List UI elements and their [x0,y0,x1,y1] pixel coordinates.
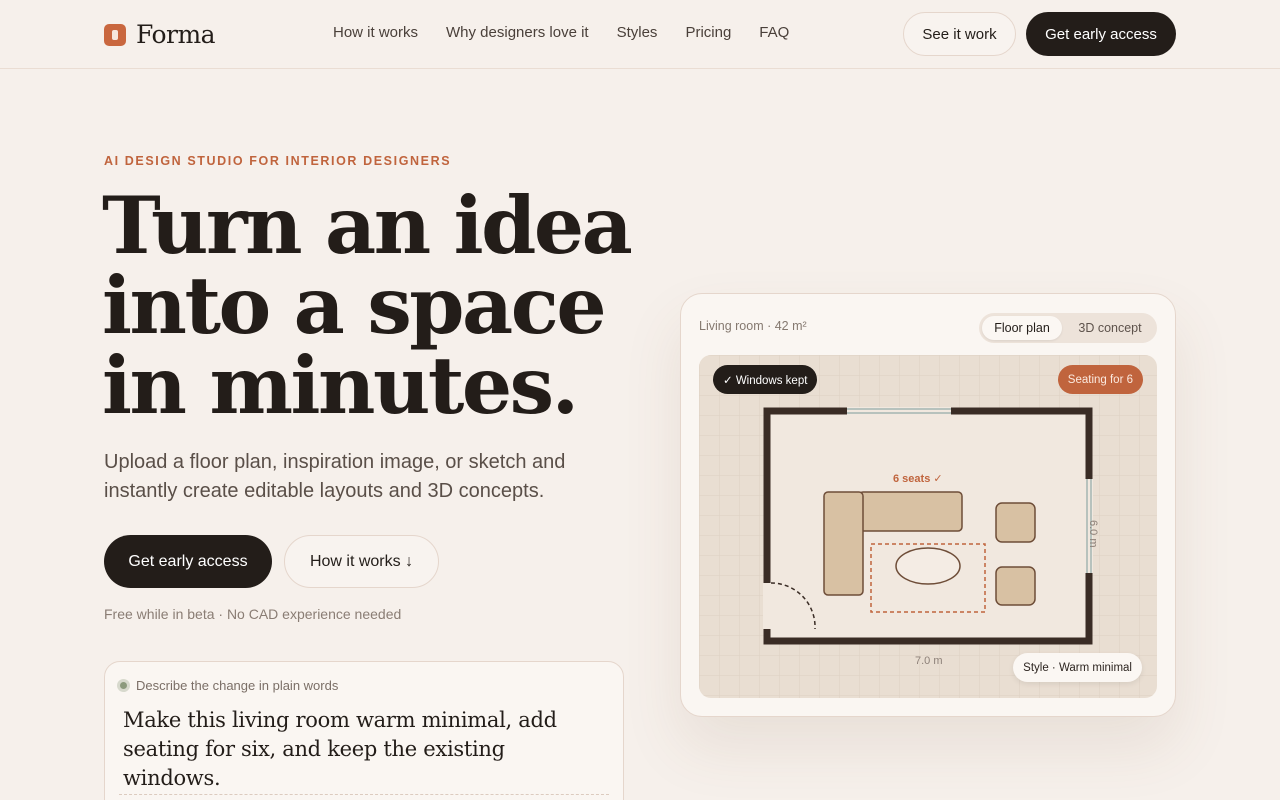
prompt-label: Describe the change in plain words [117,678,338,693]
height-dimension: 6.0 m [1087,520,1099,548]
nav-early-access-button[interactable]: Get early access [1026,12,1176,56]
hero-note: Free while in beta · No CAD experience n… [104,606,402,622]
coffee-table [895,547,961,585]
brand-name: Forma [136,20,216,49]
width-dimension: 7.0 m [915,655,943,667]
prompt-label-text: Describe the change in plain words [136,678,339,693]
armchair-1 [995,502,1036,543]
preview-card: Living room · 42 m² Floor plan 3D concep… [680,293,1176,717]
hero-eyebrow: AI DESIGN STUDIO FOR INTERIOR DESIGNERS [104,154,452,168]
floor-plan-canvas[interactable]: ✓ Windows kept Seating for 6 6 seats ✓ 7… [699,355,1157,698]
seating-chip: Seating for 6 [1057,365,1143,394]
headline-line-2: into a space [102,259,607,352]
hero-how-it-works-button[interactable]: How it works ↓ [284,535,439,588]
hero-early-access-button[interactable]: Get early access [104,535,272,588]
nav-link-faq[interactable]: FAQ [759,24,789,41]
prompt-card[interactable]: Describe the change in plain words Make … [104,661,624,800]
nav-link-why-designers[interactable]: Why designers love it [446,24,589,41]
status-dot-icon [117,679,130,692]
windows-kept-chip: ✓ Windows kept [713,365,818,394]
toggle-3d-concept[interactable]: 3D concept [1067,316,1153,340]
brand-mark-icon [104,23,126,46]
seats-label: 6 seats ✓ [893,473,943,485]
nav-link-pricing[interactable]: Pricing [685,24,731,41]
nav-link-how-it-works[interactable]: How it works [333,24,418,41]
headline-line-3: in minutes. [102,339,579,432]
nav-links: How it works Why designers love it Style… [333,24,789,41]
hero-subtitle: Upload a floor plan, inspiration image, … [104,451,566,502]
headline-line-1: Turn an idea [102,179,633,272]
toggle-floor-plan[interactable]: Floor plan [982,316,1062,340]
armchair-2 [995,566,1036,606]
nav-link-styles[interactable]: Styles [617,24,658,41]
prompt-input[interactable]: Make this living room warm minimal, add … [123,706,603,793]
prompt-divider [119,794,609,795]
room-label: Living room · 42 m² [699,319,807,333]
hero-headline: Turn an idea into a space in minutes. [102,179,633,432]
sofa-back [858,491,963,532]
brand-logo[interactable]: Forma [104,20,216,49]
view-toggle: Floor plan 3D concept [979,313,1157,343]
door-gap [763,583,771,629]
style-chip[interactable]: Style · Warm minimal [1013,653,1142,682]
see-it-work-button[interactable]: See it work [903,12,1016,56]
top-nav: Forma How it works Why designers love it… [0,0,1280,69]
sofa-side [823,491,864,596]
